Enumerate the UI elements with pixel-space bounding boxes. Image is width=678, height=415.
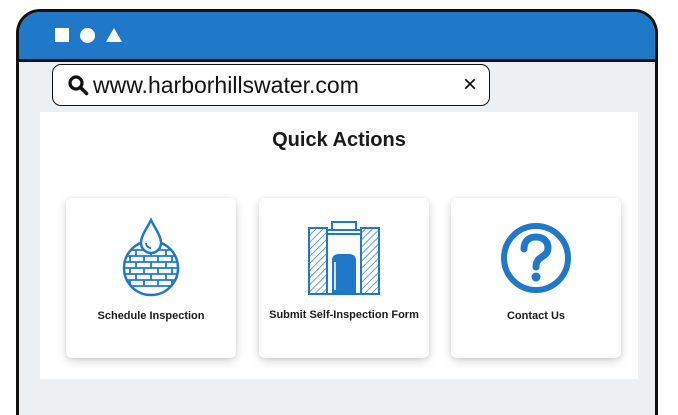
water-tank-icon (308, 221, 380, 295)
title-bar (19, 12, 655, 62)
question-mark-icon (501, 223, 571, 293)
square-icon (55, 28, 69, 42)
triangle-icon (106, 28, 122, 42)
page-content: Quick Actions Schedule Inspection Submit… (40, 112, 638, 379)
submit-self-inspection-card[interactable]: Submit Self-Inspection Form (259, 198, 429, 358)
search-icon (68, 75, 89, 96)
close-icon[interactable]: × (463, 71, 477, 99)
schedule-inspection-card[interactable]: Schedule Inspection (66, 198, 236, 358)
circle-icon (80, 28, 95, 43)
card-label: Submit Self-Inspection Form (269, 309, 419, 321)
page-title: Quick Actions (272, 129, 406, 151)
card-label: Contact Us (506, 310, 566, 322)
contact-us-card[interactable]: Contact Us (451, 198, 621, 358)
card-label: Schedule Inspection (97, 310, 205, 322)
water-drop-grid-icon (122, 217, 180, 297)
address-bar[interactable]: www.harborhillswater.com × (52, 64, 490, 106)
url-text[interactable]: www.harborhillswater.com (93, 72, 359, 99)
